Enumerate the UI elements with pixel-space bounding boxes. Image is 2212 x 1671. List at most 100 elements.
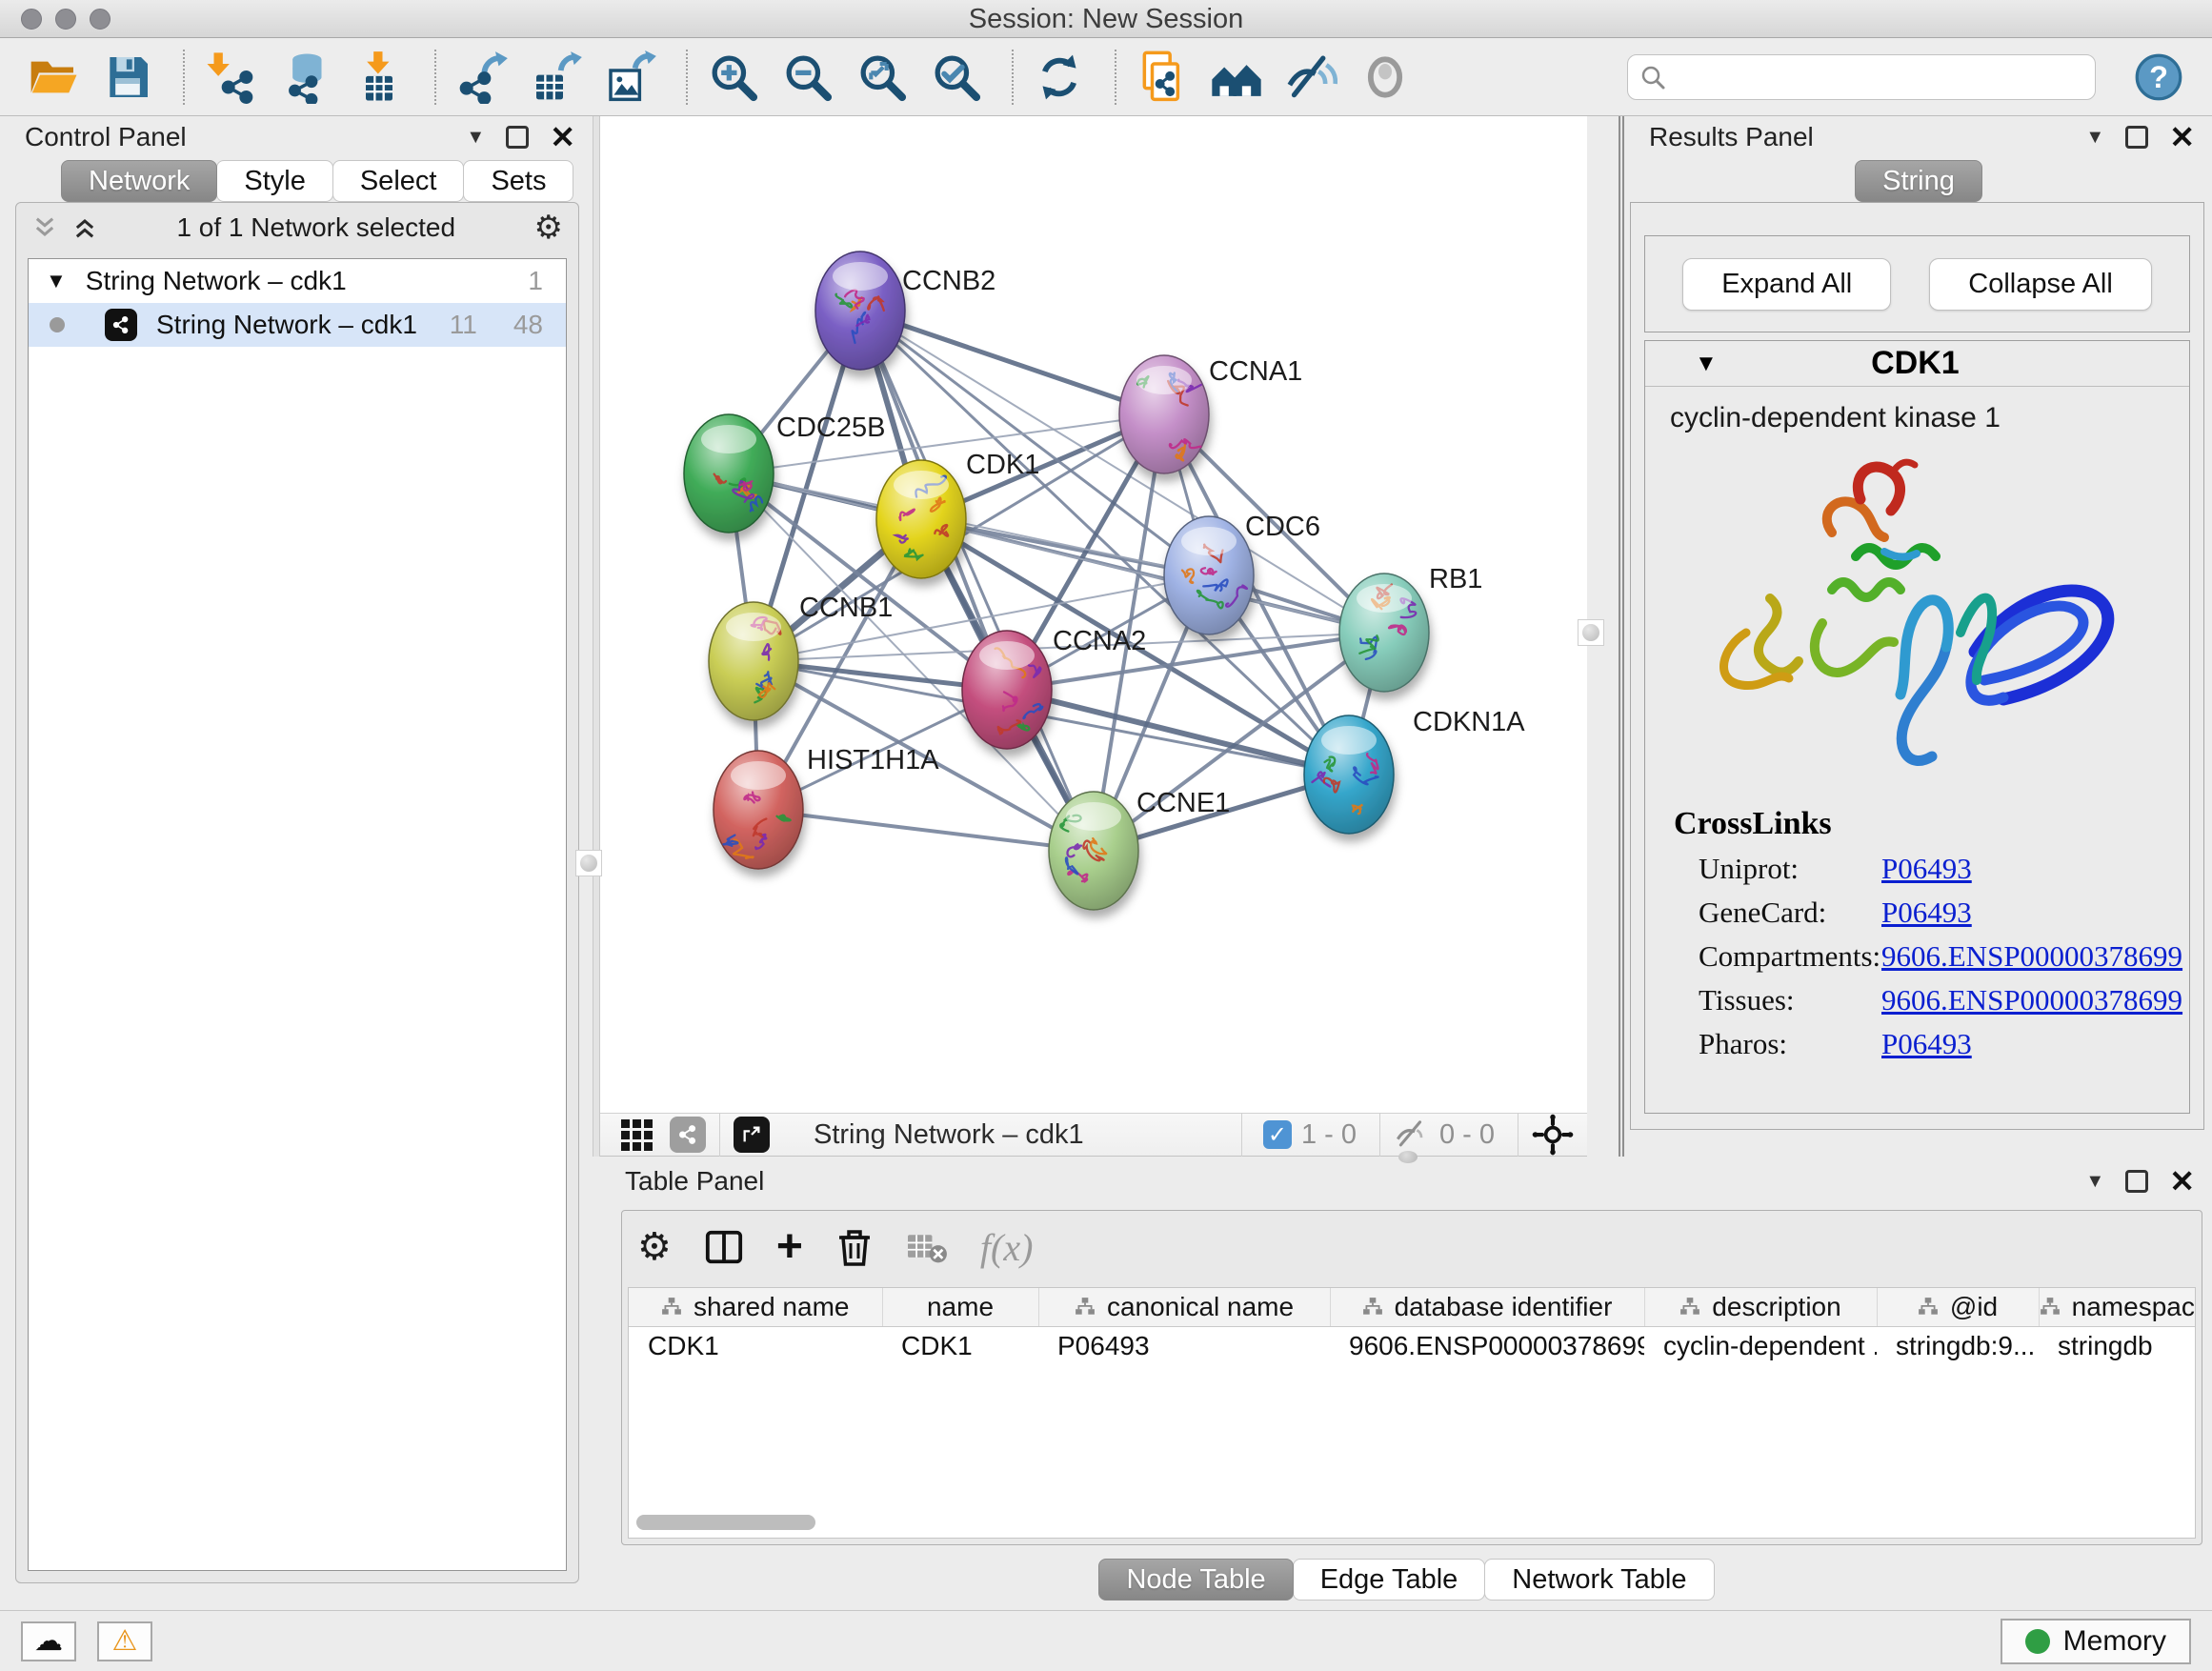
column-header[interactable]: database identifier [1330,1288,1644,1326]
export-table-icon[interactable] [530,50,583,104]
control-panel-close-icon[interactable]: ✕ [550,126,575,149]
open-session-icon[interactable] [27,50,80,104]
tab-sets[interactable]: Sets [463,160,573,202]
expand-all-button[interactable]: Expand All [1682,258,1891,311]
network-options-gear-icon[interactable]: ⚙ [534,209,563,247]
column-header[interactable]: @id [1877,1288,2039,1326]
crosslink-link[interactable]: 9606.ENSP00000378699 [1881,939,2182,974]
function-builder-icon[interactable]: f(x) [980,1225,1034,1270]
crosslink-link[interactable]: 9606.ENSP00000378699 [1881,983,2182,1017]
table-cell[interactable]: P06493 [1038,1326,1330,1366]
control-panel-collapse-icon[interactable]: ▼ [466,127,485,149]
column-header[interactable]: namespac [2039,1288,2195,1326]
gene-symbol: CDK1 [1718,345,2113,382]
table-cell[interactable]: stringdb:9... [1877,1326,2039,1366]
search-input[interactable] [1674,63,2074,92]
import-table-from-file-icon[interactable] [352,50,406,104]
table-cell[interactable]: CDK1 [629,1326,882,1366]
left-splitter[interactable] [593,116,600,1157]
import-network-from-file-icon[interactable] [204,50,257,104]
export-image-icon[interactable] [604,50,657,104]
table-cell[interactable]: CDK1 [882,1326,1038,1366]
warnings-button[interactable]: ⚠ [97,1621,152,1661]
network-icon [105,309,137,341]
cloud-button[interactable]: ☁ [21,1621,76,1661]
collapse-all-icon[interactable] [31,214,58,241]
table-cell[interactable]: cyclin-dependent ... [1644,1326,1877,1366]
fit-selected-crosshair-icon[interactable] [1532,1114,1574,1156]
table-panel-splitter-handle[interactable] [1398,1151,1418,1163]
import-network-from-database-icon[interactable] [278,50,332,104]
tab-edge-table[interactable]: Edge Table [1293,1559,1486,1601]
birdseye-grid-icon[interactable] [621,1119,653,1151]
network-row[interactable]: String Network – cdk1 11 48 [29,303,566,347]
add-column-icon[interactable]: + [776,1228,803,1266]
table-settings-gear-icon[interactable]: ⚙ [637,1225,672,1269]
tab-network[interactable]: Network [61,160,217,202]
crosslink-link[interactable]: P06493 [1881,1027,1972,1061]
zoom-in-icon[interactable] [707,50,760,104]
table-row[interactable]: CDK1 CDK1 P06493 9606.ENSP00000378699 cy… [629,1326,2195,1366]
table-cell[interactable]: stringdb [2039,1326,2195,1366]
crosslink-link[interactable]: P06493 [1881,852,1972,886]
column-header[interactable]: shared name [629,1288,882,1326]
refresh-view-icon[interactable] [1033,50,1086,104]
network-collection-label: String Network – cdk1 [86,266,347,296]
tree-expand-icon[interactable]: ▼ [46,269,67,293]
network-canvas[interactable]: CCNB2CCNA1CDC25BCDK1CDC6RB1CCNB1CCNA2CDK… [600,116,1587,1113]
horizontal-scrollbar[interactable] [636,1515,815,1530]
crosslink-label: Compartments: [1699,939,1881,974]
table-panel-close-icon[interactable]: ✕ [2169,1170,2195,1193]
memory-button[interactable]: Memory [2001,1619,2191,1664]
svg-text:CCNB1: CCNB1 [799,593,893,623]
table-panel-collapse-icon[interactable]: ▼ [2085,1171,2104,1193]
cloud-icon: ☁ [34,1627,63,1656]
zoom-out-icon[interactable] [781,50,835,104]
zoom-fit-icon[interactable] [855,50,909,104]
gene-collapse-icon[interactable]: ▼ [1695,351,1718,377]
new-network-from-selection-icon[interactable] [1136,50,1189,104]
tab-node-table[interactable]: Node Table [1098,1559,1293,1601]
tab-network-table[interactable]: Network Table [1484,1559,1714,1601]
zoom-selected-icon[interactable] [930,50,983,104]
crosslink-link[interactable]: P06493 [1881,896,1972,930]
export-network-icon[interactable] [455,50,509,104]
search-box[interactable] [1627,54,2096,100]
column-header[interactable]: canonical name [1038,1288,1330,1326]
tab-string[interactable]: String [1855,160,1982,202]
hidden-eye-icon[interactable] [1394,1118,1430,1151]
expand-all-icon[interactable] [71,214,98,241]
column-type-icon [2040,1297,2061,1318]
results-panel-float-icon[interactable] [2125,126,2148,149]
delete-table-icon[interactable] [906,1228,948,1266]
results-panel-collapse-icon[interactable]: ▼ [2085,127,2104,149]
results-panel-close-icon[interactable]: ✕ [2169,126,2195,149]
column-header[interactable]: name [882,1288,1038,1326]
first-neighbors-icon[interactable] [1210,50,1263,104]
network-graph[interactable]: CCNB2CCNA1CDC25BCDK1CDC6RB1CCNB1CCNA2CDK… [600,116,1587,1113]
delete-column-icon[interactable] [835,1226,874,1268]
crosslink-label: GeneCard: [1699,896,1881,930]
right-splitter-handle[interactable] [1578,619,1604,646]
help-icon[interactable]: ? [2134,52,2183,102]
open-in-browser-icon[interactable] [734,1117,770,1153]
gene-detail-header[interactable]: ▼ CDK1 [1645,341,2189,387]
control-panel-float-icon[interactable] [506,126,529,149]
collapse-all-button[interactable]: Collapse All [1929,258,2152,311]
tab-select[interactable]: Select [332,160,465,202]
tab-style[interactable]: Style [216,160,332,202]
selected-nodes-checkbox[interactable]: ✓ [1263,1120,1292,1149]
table-panel-float-icon[interactable] [2125,1170,2148,1193]
network-share-icon[interactable] [670,1117,706,1153]
hide-selected-icon[interactable] [1284,50,1337,104]
show-columns-icon[interactable] [704,1227,744,1267]
show-all-icon[interactable] [1358,50,1412,104]
table-cell[interactable]: 9606.ENSP00000378699 [1330,1326,1644,1366]
column-header[interactable]: description [1644,1288,1877,1326]
save-session-icon[interactable] [101,50,154,104]
warning-icon: ⚠ [112,1627,138,1656]
node-table[interactable]: shared name name canonical name database… [628,1287,2196,1539]
left-splitter-handle[interactable] [575,850,602,876]
protein-structure-image [1689,442,2146,795]
network-collection-row[interactable]: ▼ String Network – cdk1 1 [29,259,566,303]
